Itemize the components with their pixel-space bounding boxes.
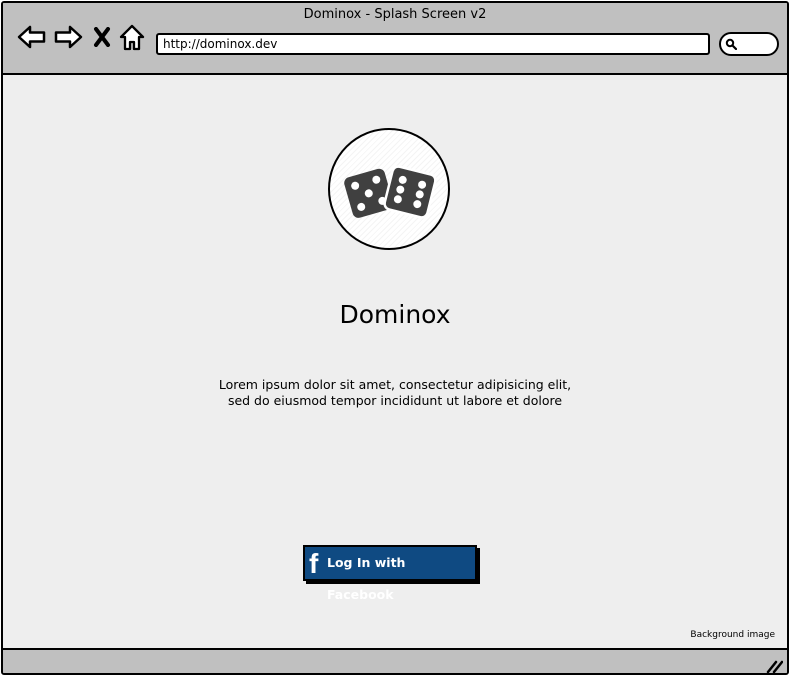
home-icon[interactable] [119, 24, 145, 52]
app-title: Dominox [339, 300, 451, 329]
browser-window: Dominox - Splash Screen v2 http://domino… [1, 1, 789, 675]
forward-arrow-icon[interactable] [53, 24, 83, 50]
tagline: Lorem ipsum dolor sit amet, consectetur … [3, 377, 787, 409]
facebook-login-button[interactable]: f Log In with Facebook [303, 545, 477, 602]
close-icon[interactable] [93, 27, 111, 47]
back-arrow-icon[interactable] [17, 24, 47, 50]
window-title: Dominox - Splash Screen v2 [303, 7, 487, 22]
facebook-login-label: Log In with Facebook [327, 555, 406, 602]
search-icon [725, 38, 737, 50]
background-image-note: Background image [690, 630, 775, 640]
status-bar [3, 648, 787, 673]
dice-icon [344, 165, 437, 219]
facebook-icon: f [309, 548, 319, 579]
resize-grip-icon[interactable] [765, 659, 783, 673]
search-field[interactable] [719, 32, 779, 56]
tagline-line-2: sed do eiusmod tempor incididunt ut labo… [227, 393, 563, 408]
address-bar[interactable]: http://dominox.dev [156, 33, 710, 55]
app-logo [328, 128, 450, 250]
page-content: Dominox Lorem ipsum dolor sit amet, cons… [3, 75, 787, 648]
browser-toolbar: Dominox - Splash Screen v2 http://domino… [3, 3, 787, 75]
tagline-line-1: Lorem ipsum dolor sit amet, consectetur … [218, 377, 572, 392]
